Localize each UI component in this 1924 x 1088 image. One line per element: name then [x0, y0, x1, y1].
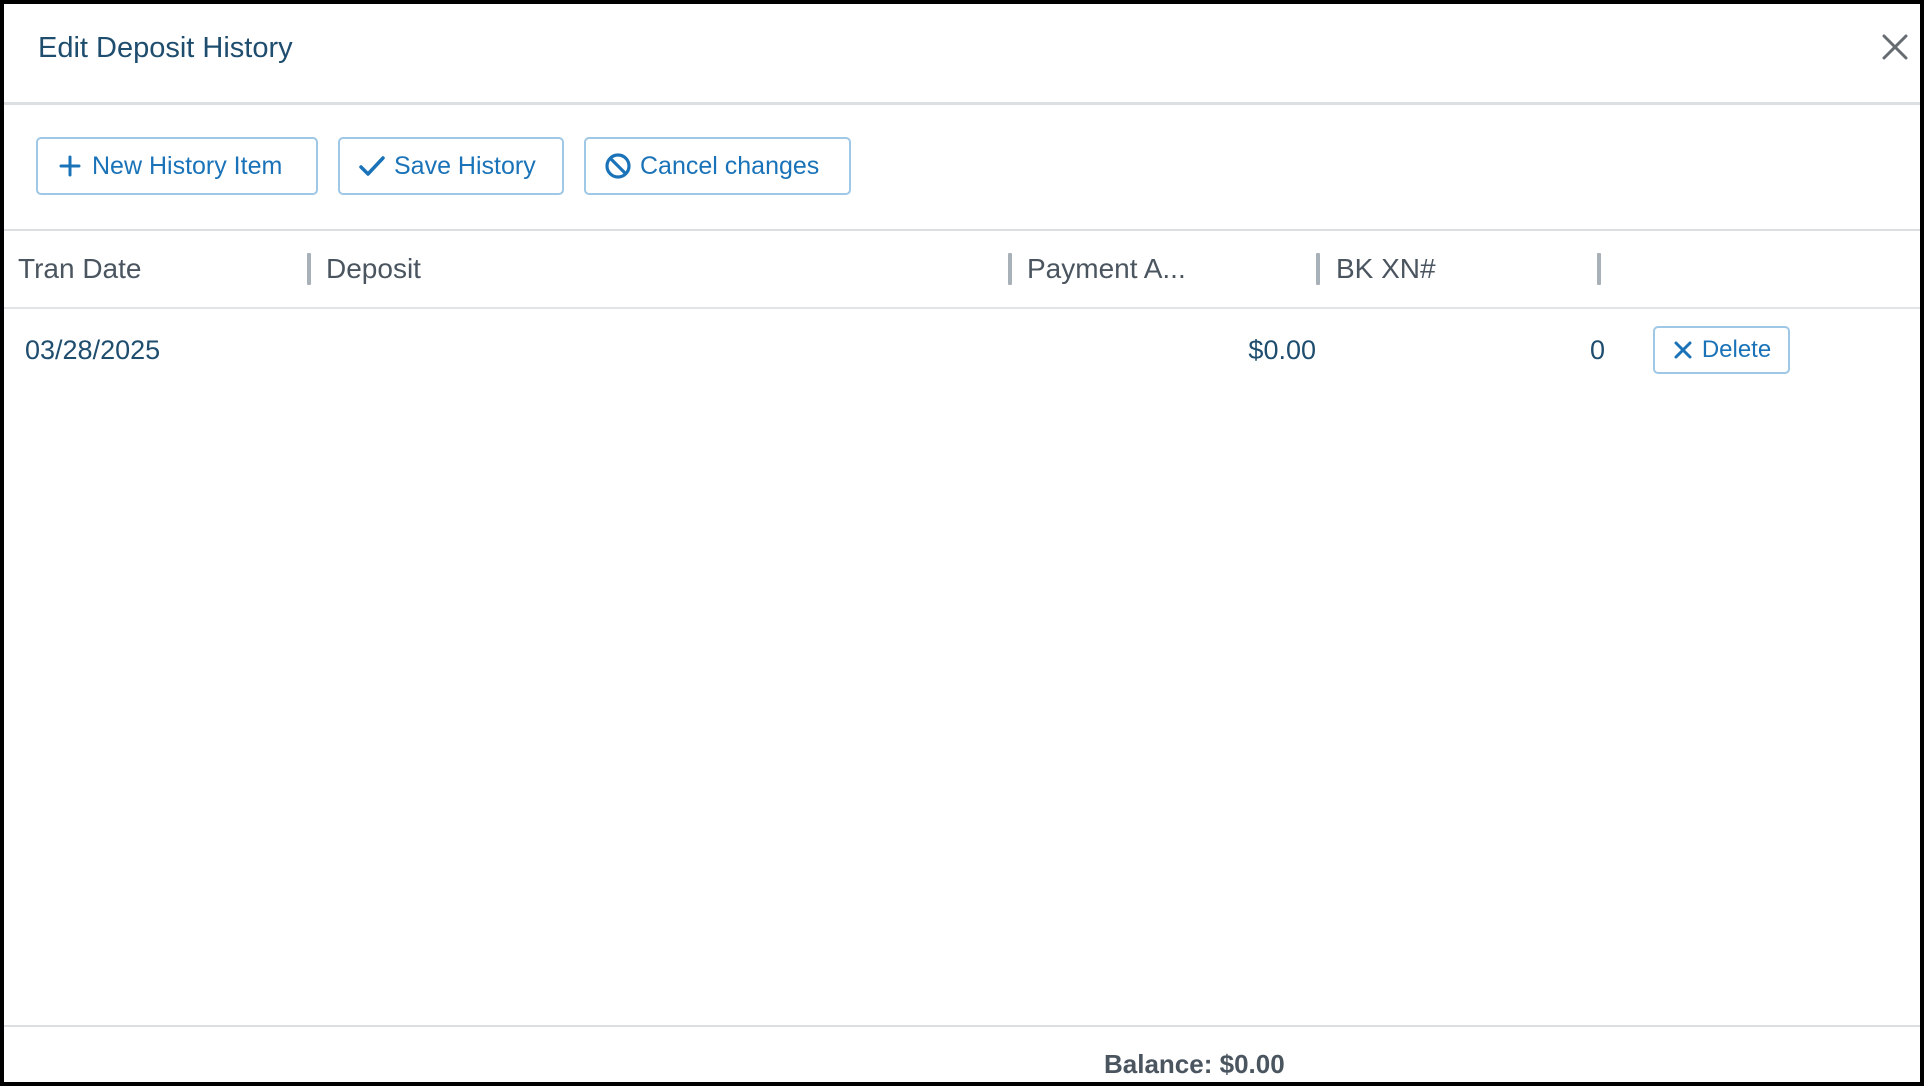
dialog-title: Edit Deposit History [38, 32, 293, 64]
column-resize-handle[interactable] [1316, 253, 1320, 285]
ban-icon [604, 152, 632, 180]
close-button[interactable] [1878, 30, 1912, 64]
balance-total: Balance: $0.00 [1104, 1049, 1285, 1079]
column-header-tran-date[interactable]: Tran Date [18, 231, 141, 307]
dialog-header: Edit Deposit History [4, 4, 1920, 105]
new-history-item-button[interactable]: New History Item [36, 137, 318, 195]
table-header: Tran Date Deposit Payment A... BK XN# [4, 231, 1920, 309]
save-history-label: Save History [394, 151, 536, 180]
save-history-button[interactable]: Save History [338, 137, 564, 195]
table-row[interactable]: 03/28/2025 $0.00 0 Delete [4, 309, 1920, 391]
column-resize-handle[interactable] [1597, 253, 1601, 285]
column-header-deposit[interactable]: Deposit [326, 231, 421, 307]
new-history-item-label: New History Item [92, 151, 283, 180]
toolbar: New History Item Save History Cancel cha… [4, 105, 1920, 231]
plus-icon [56, 152, 84, 180]
cell-payment-amount[interactable]: $0.00 [1248, 309, 1316, 391]
x-icon [1672, 339, 1694, 361]
dialog-footer: Balance: $0.00 [4, 1025, 1920, 1088]
cancel-changes-button[interactable]: Cancel changes [584, 137, 851, 195]
cancel-changes-label: Cancel changes [640, 151, 820, 180]
column-header-payment-amount[interactable]: Payment A... [1027, 231, 1186, 307]
cell-tran-date[interactable]: 03/28/2025 [25, 309, 160, 391]
check-icon [358, 152, 386, 180]
column-header-bk-xn[interactable]: BK XN# [1336, 231, 1436, 307]
delete-button[interactable]: Delete [1653, 326, 1790, 374]
close-icon [1882, 34, 1908, 60]
cell-bk-xn[interactable]: 0 [1590, 309, 1605, 391]
edit-deposit-history-dialog: Edit Deposit History New History Item Sa… [0, 0, 1924, 1086]
delete-label: Delete [1701, 336, 1772, 363]
column-resize-handle[interactable] [307, 253, 311, 285]
column-resize-handle[interactable] [1008, 253, 1012, 285]
